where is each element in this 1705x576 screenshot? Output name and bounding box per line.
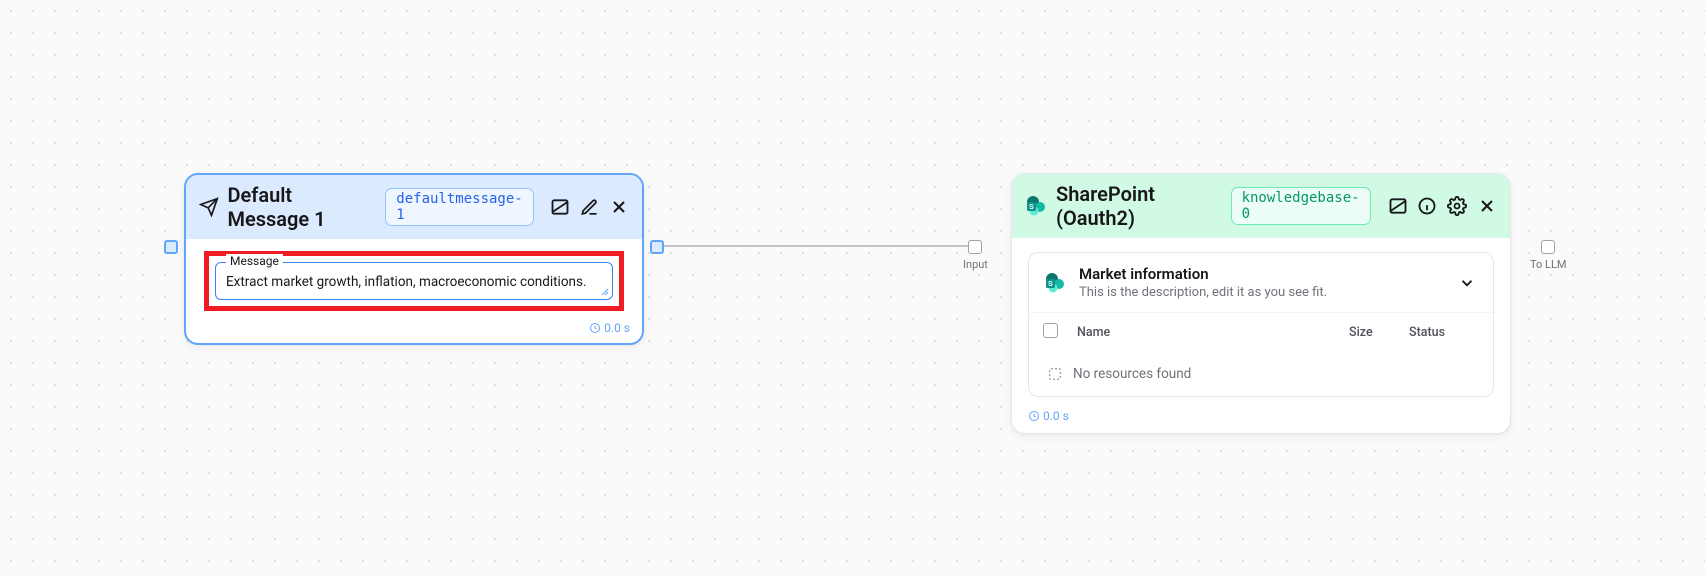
column-name: Name (1071, 325, 1349, 340)
close-icon[interactable] (1476, 194, 1498, 218)
resource-card: S Market information This is the descrip… (1028, 252, 1494, 397)
node-header[interactable]: S SharePoint (Oauth2) knowledgebase-0 (1012, 174, 1510, 238)
output-port-node1[interactable] (650, 240, 664, 254)
column-size: Size (1349, 325, 1409, 340)
resource-header[interactable]: S Market information This is the descrip… (1029, 253, 1493, 312)
node-header[interactable]: Default Message 1 defaultmessage-1 (186, 175, 642, 239)
sharepoint-icon: S (1024, 194, 1048, 218)
port-label-input: Input (963, 258, 988, 271)
send-icon (198, 195, 219, 219)
node-sharepoint[interactable]: S SharePoint (Oauth2) knowledgebase-0 S … (1011, 173, 1511, 434)
edit-icon[interactable] (579, 195, 600, 219)
output-port-node2[interactable] (1541, 240, 1555, 254)
input-port-node2[interactable] (968, 240, 982, 254)
node-title: SharePoint (Oauth2) (1056, 182, 1223, 230)
table-header: Name Size Status (1029, 312, 1493, 352)
note-icon[interactable] (1387, 194, 1409, 218)
port-label-to-llm: To LLM (1530, 258, 1567, 271)
message-text[interactable]: Extract market growth, inflation, macroe… (226, 273, 602, 291)
node-footer: 0.0 s (186, 319, 642, 343)
message-field[interactable]: Message Extract market growth, inflation… (215, 262, 613, 300)
clock-icon (1028, 410, 1040, 422)
info-icon[interactable] (1416, 194, 1438, 218)
resource-description: This is the description, edit it as you … (1079, 285, 1327, 300)
node-id-badge: knowledgebase-0 (1231, 187, 1371, 225)
select-all-checkbox[interactable] (1043, 323, 1058, 338)
clock-icon (589, 322, 601, 334)
node-id-badge: defaultmessage-1 (385, 188, 533, 226)
sharepoint-icon: S (1043, 271, 1067, 295)
node-footer: 0.0 s (1012, 401, 1510, 433)
field-label: Message (226, 254, 283, 268)
svg-text:S: S (1048, 281, 1053, 288)
close-icon[interactable] (609, 195, 630, 219)
input-port-node1[interactable] (164, 240, 178, 254)
svg-text:S: S (1029, 204, 1034, 211)
resize-handle-icon[interactable] (601, 288, 609, 296)
resource-title: Market information (1079, 265, 1327, 283)
empty-icon (1047, 366, 1063, 382)
column-status: Status (1409, 325, 1479, 340)
highlight-annotation: Message Extract market growth, inflation… (204, 251, 624, 311)
note-icon[interactable] (550, 195, 571, 219)
empty-state: No resources found (1029, 352, 1493, 396)
node-default-message[interactable]: Default Message 1 defaultmessage-1 Messa… (184, 173, 644, 345)
node-title: Default Message 1 (227, 183, 377, 231)
chevron-down-icon[interactable] (1455, 271, 1479, 295)
gear-icon[interactable] (1446, 194, 1468, 218)
